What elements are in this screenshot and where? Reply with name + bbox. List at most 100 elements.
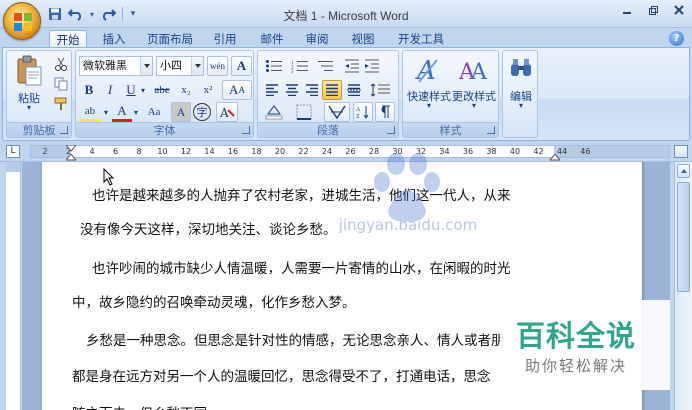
close-icon[interactable]	[666, 0, 692, 20]
paragraph-line[interactable]: 都是身在远方对另一个人的温暖回忆，思念得受不了，打通电话，思念	[72, 365, 491, 385]
distributed-icon[interactable]	[344, 80, 364, 100]
bold-button[interactable]: B	[79, 80, 99, 100]
view-ruler-icon[interactable]	[674, 145, 688, 158]
increase-indent-icon[interactable]	[362, 56, 382, 76]
minimize-icon[interactable]	[614, 0, 640, 20]
ruler-tick: 8	[136, 147, 142, 156]
align-left-icon[interactable]	[262, 80, 282, 100]
cut-icon[interactable]	[51, 54, 71, 74]
change-styles-dropdown-icon[interactable]: ▾	[464, 101, 484, 110]
horizontal-ruler[interactable]: 2 2 4 6 8 10 12 14 16 18 20 22 24 26 28 30 32 34 36 38 40 42 4…	[30, 144, 670, 161]
ruler-right-margin	[554, 146, 669, 157]
font-size-combo[interactable]: 小四	[156, 56, 204, 76]
help-icon[interactable]: ?	[669, 31, 684, 46]
highlight-button[interactable]: ab	[79, 102, 101, 122]
ruler-tick: 32	[415, 147, 427, 156]
multilevel-list-icon[interactable]	[314, 56, 338, 76]
justify-icon[interactable]	[322, 80, 342, 100]
office-button[interactable]	[3, 2, 41, 40]
chinese-layout-icon[interactable]	[324, 102, 350, 122]
styles-launcher-icon[interactable]	[487, 126, 495, 134]
paragraph-line[interactable]: 也许是越来越多的人抛弃了农村老家，进城生活，他们这一代人，从来	[92, 184, 511, 204]
change-case-label: Aa	[147, 106, 161, 118]
paste-dropdown-icon[interactable]: ▾	[19, 103, 39, 112]
tab-mailings[interactable]: 邮件	[253, 30, 291, 48]
font-name-dropdown-icon[interactable]	[140, 57, 152, 75]
ruler-tick: 6	[112, 147, 119, 156]
office-logo-icon	[14, 13, 32, 31]
svg-text:A: A	[219, 106, 229, 119]
sort-icon[interactable]: AZ	[353, 102, 373, 122]
editing-dropdown-icon[interactable]: ▾	[511, 101, 531, 110]
svg-text:A: A	[470, 60, 488, 85]
ruler-tick: 30	[392, 147, 403, 156]
quick-styles-dropdown-icon[interactable]: ▾	[419, 101, 439, 110]
clear-formatting-icon[interactable]: A	[216, 102, 238, 122]
clipboard-launcher-icon[interactable]	[60, 126, 68, 134]
copy-icon[interactable]	[51, 74, 71, 94]
subscript-button[interactable]: x₂	[176, 80, 196, 100]
format-painter-icon[interactable]	[51, 94, 71, 114]
paragraph-line[interactable]: 随之而去，但乡愁不同。	[72, 402, 221, 410]
numbering-icon[interactable]: 123	[288, 56, 312, 76]
vertical-ruler[interactable]	[6, 162, 21, 410]
enclose-characters-label: 字	[196, 107, 208, 119]
underline-dropdown-icon[interactable]: ▾	[138, 80, 148, 100]
align-center-icon[interactable]	[282, 80, 302, 100]
decrease-indent-icon[interactable]	[342, 56, 362, 76]
vertical-scrollbar[interactable]	[674, 162, 692, 410]
mouse-cursor-icon	[103, 167, 115, 189]
font-color-dropdown-icon[interactable]: ▾	[131, 102, 141, 122]
tab-review[interactable]: 审阅	[298, 30, 336, 48]
scroll-up-icon[interactable]	[677, 164, 690, 178]
character-shading-button[interactable]: A	[171, 102, 191, 122]
font-color-label: A	[117, 102, 127, 118]
highlight-dropdown-icon[interactable]: ▾	[101, 102, 111, 122]
ruler-tick: 2	[42, 147, 48, 156]
paste-icon[interactable]	[15, 55, 43, 87]
tab-selector-icon[interactable]: L	[6, 145, 20, 158]
shrink-font-label: A	[238, 85, 245, 95]
paragraph-group: 123 A Z 段落	[257, 50, 399, 138]
strikethrough-button[interactable]: abe	[150, 80, 174, 100]
ribbon-tabs: 开始 插入 页面布局 引用 邮件 审阅 视图 开发工具 ?	[0, 28, 692, 48]
tab-home[interactable]: 开始	[49, 30, 87, 48]
tab-view[interactable]: 视图	[344, 30, 382, 48]
character-border-button[interactable]: A	[231, 56, 252, 76]
shading-icon[interactable]	[262, 102, 288, 122]
grow-shrink-font-button[interactable]: AA	[222, 80, 252, 100]
bullets-icon[interactable]	[262, 56, 286, 76]
paragraph-line[interactable]: 没有像今天这样，深切地关注、谈论乡愁。	[80, 218, 337, 238]
change-case-button[interactable]: Aa	[142, 102, 166, 122]
italic-button[interactable]: I	[100, 80, 120, 100]
change-styles-icon[interactable]: AA	[458, 55, 489, 85]
font-name-combo[interactable]: 微软雅黑	[79, 56, 153, 76]
font-launcher-icon[interactable]	[242, 126, 250, 134]
tab-developer[interactable]: 开发工具	[392, 30, 450, 48]
paragraph-launcher-icon[interactable]	[387, 126, 395, 134]
restore-icon[interactable]	[640, 0, 666, 20]
tab-page-layout[interactable]: 页面布局	[140, 30, 200, 48]
tab-insert[interactable]: 插入	[95, 30, 133, 48]
ruler-tick: 4	[89, 147, 95, 156]
binoculars-icon[interactable]	[509, 57, 533, 79]
phonetic-guide-button[interactable]: wén	[207, 56, 228, 76]
line-spacing-icon[interactable]	[368, 80, 394, 100]
paragraph-line[interactable]: 中，故乡隐约的召唤牵动灵魂，化作乡愁入梦。	[72, 291, 356, 311]
superscript-button[interactable]: x²	[198, 80, 218, 100]
scroll-thumb[interactable]	[677, 182, 690, 292]
ruler-row: L 2 2 4 6 8 10 12 14 16 18 20 22 24 26 28 30 32 34 36 38 40 4…	[0, 141, 692, 162]
paragraph-group-label: 段落	[258, 122, 398, 137]
tab-references[interactable]: 引用	[206, 30, 244, 48]
window-title: 文档 1 - Microsoft Word	[283, 9, 409, 23]
paragraph-line[interactable]: 乡愁是一种思念。但思念是针对性的情感，无论思念亲人、情人或者朋	[86, 329, 505, 349]
font-color-button[interactable]: A	[112, 102, 132, 122]
align-right-icon[interactable]	[302, 80, 322, 100]
ruler-tick: 26	[345, 147, 356, 156]
enclose-characters-button[interactable]: 字	[193, 103, 211, 121]
paragraph-line[interactable]: 也许吵闹的城市缺少人情温暖，人需要一片寄情的山水，在闲暇的时光	[92, 257, 511, 277]
font-size-dropdown-icon[interactable]	[191, 57, 203, 75]
borders-icon[interactable]	[292, 102, 318, 122]
quick-styles-icon[interactable]: A	[415, 55, 443, 86]
show-marks-icon[interactable]	[375, 102, 395, 122]
